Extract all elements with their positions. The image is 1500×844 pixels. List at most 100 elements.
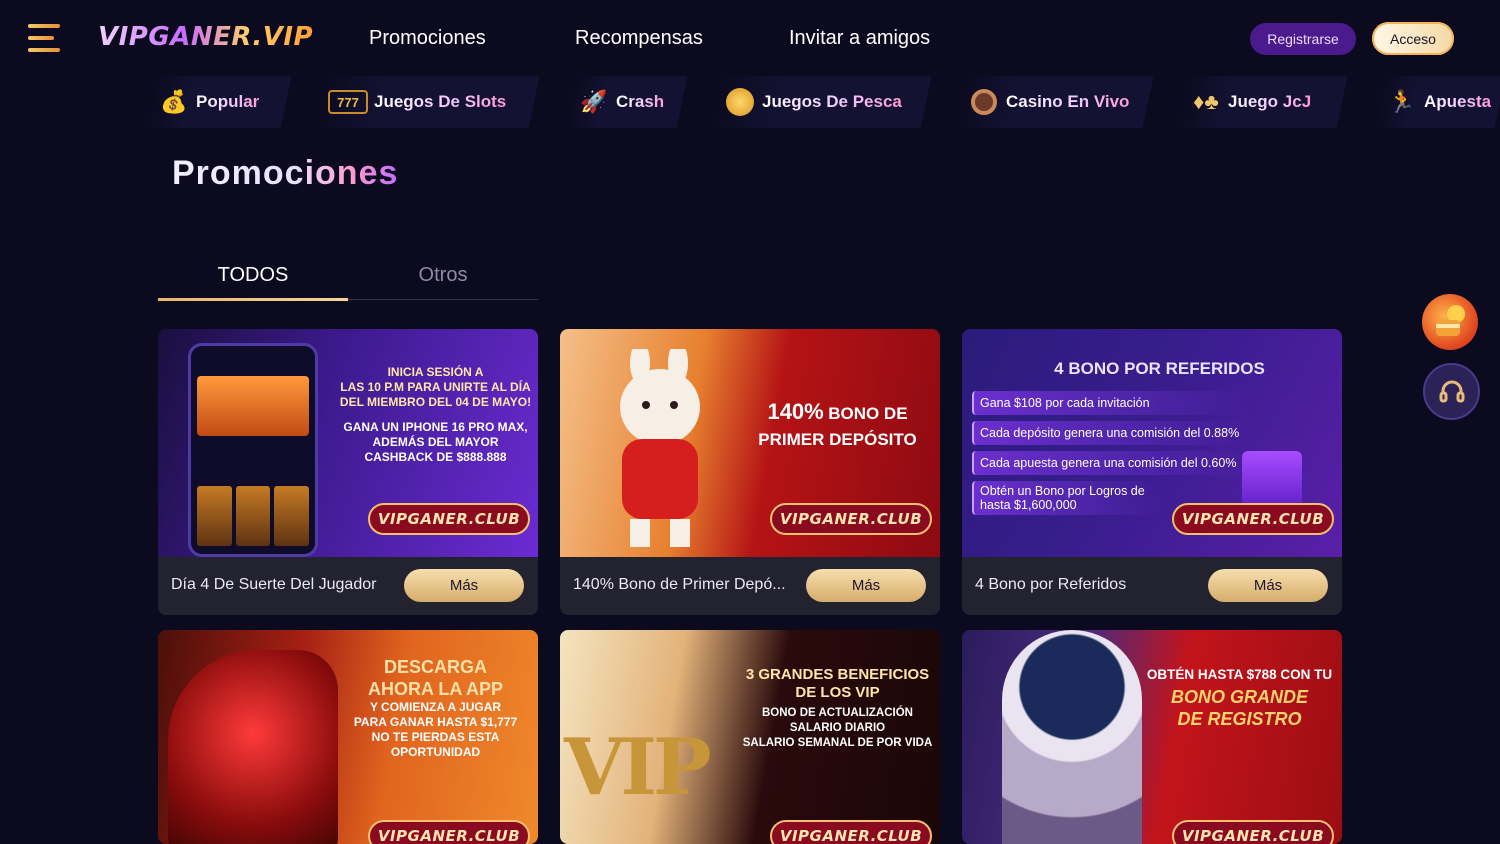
category-crash[interactable]: 🚀 Crash <box>564 76 688 128</box>
banner-line: PRIMER DEPÓSITO <box>758 430 917 449</box>
banner-line: CASHBACK DE $888.888 <box>364 450 507 464</box>
card-footer: 140% Bono de Primer Depó... Más <box>560 557 940 615</box>
money-bag-icon: 💰 <box>160 89 188 114</box>
vip-logo-illustration: VIP <box>564 722 712 813</box>
promo-banner[interactable]: VIP 3 GRANDES BENEFICIOS DE LOS VIP BONO… <box>560 630 940 844</box>
brand-badge: VIPGANER.CLUB <box>1172 503 1334 535</box>
category-label: Crash <box>616 92 665 111</box>
banner-list: Gana $108 por cada invitación Cada depós… <box>972 391 1252 521</box>
gift-bag-icon[interactable] <box>1422 294 1478 350</box>
banner-line: DE LOS VIP <box>795 683 880 701</box>
banner-text: 3 GRANDES BENEFICIOS DE LOS VIP BONO DE … <box>735 630 940 822</box>
banner-line: DEL MIEMBRO DEL 04 DE MAYO! <box>339 395 532 409</box>
headset-icon[interactable] <box>1423 363 1480 420</box>
banner-line: GANA UN IPHONE 16 PRO MAX, <box>343 420 528 434</box>
promo-tabs: TODOS Otros <box>158 258 538 301</box>
tab-todos[interactable]: TODOS <box>158 264 348 287</box>
cards-icon: ♦♣ <box>1193 89 1219 114</box>
category-label: Apuesta <box>1424 92 1492 111</box>
banner-text: OBTÉN HASTA $788 CON TU BONO GRANDE DE R… <box>1137 630 1342 812</box>
more-button[interactable]: Más <box>1208 569 1328 602</box>
banner-line: SALARIO SEMANAL DE POR VIDA <box>742 736 933 749</box>
top-header: VIPGANER.VIP Promociones Recompensas Inv… <box>0 0 1500 76</box>
slot-777-icon: 777 <box>328 90 368 114</box>
promo-card[interactable]: DESCARGA AHORA LA APP Y COMIENZA A JUGAR… <box>158 630 538 844</box>
banner-percent: 140% <box>767 399 824 424</box>
promo-banner[interactable]: 4 BONO POR REFERIDOS Gana $108 por cada … <box>962 329 1342 557</box>
promo-banner[interactable]: INICIA SESIÓN A LAS 10 P.M PARA UNIRTE A… <box>158 329 538 557</box>
athlete-icon: 🏃 <box>1388 89 1416 114</box>
banner-line: NO TE PIERDAS ESTA <box>371 730 500 744</box>
banner-text: INICIA SESIÓN A LAS 10 P.M PARA UNIRTE A… <box>333 329 538 529</box>
brand-badge: VIPGANER.CLUB <box>1172 820 1334 844</box>
card-footer: 4 Bono por Referidos Más <box>962 557 1342 615</box>
fish-coin-icon <box>724 86 756 118</box>
banner-line: BONO GRANDE <box>1170 686 1308 707</box>
category-bar: 💰 Popular 777 Juegos De Slots 🚀 Crash Ju… <box>0 76 1500 130</box>
category-label: Juego JcJ <box>1228 92 1312 111</box>
promo-card[interactable]: 4 BONO POR REFERIDOS Gana $108 por cada … <box>962 329 1342 615</box>
rocket-icon: 🚀 <box>580 89 608 114</box>
banner-line: AHORA LA APP <box>368 679 503 699</box>
banner-list-item: Cada apuesta genera una comisión del 0.6… <box>972 451 1252 475</box>
brand-badge: VIPGANER.CLUB <box>770 503 932 535</box>
promo-card[interactable]: VIP 3 GRANDES BENEFICIOS DE LOS VIP BONO… <box>560 630 940 844</box>
promo-card[interactable]: OBTÉN HASTA $788 CON TU BONO GRANDE DE R… <box>962 630 1342 844</box>
rabbit-mascot-illustration <box>620 349 700 547</box>
page-title: Promociones <box>172 154 399 192</box>
nav-promociones[interactable]: Promociones <box>369 27 486 50</box>
banner-line: Y COMIENZA A JUGAR <box>369 700 502 714</box>
category-pesca[interactable]: Juegos De Pesca <box>710 76 932 128</box>
banner-line: PARA GANAR HASTA $1,777 <box>353 715 518 729</box>
promo-banner[interactable]: 140% BONO DE PRIMER DEPÓSITO VIPGANER.CL… <box>560 329 940 557</box>
login-button[interactable]: Acceso <box>1372 22 1454 55</box>
hamburger-menu-icon[interactable] <box>28 24 60 52</box>
banner-line: ADEMÁS DEL MAYOR <box>372 435 499 449</box>
site-logo[interactable]: VIPGANER.VIP <box>98 22 313 52</box>
banner-list-item: Obtén un Bono por Logros de hasta $1,600… <box>972 481 1162 515</box>
more-button[interactable]: Más <box>806 569 926 602</box>
banner-line: DESCARGA <box>383 657 487 677</box>
category-jcj[interactable]: ♦♣ Juego JcJ <box>1176 76 1348 128</box>
card-footer: Día 4 De Suerte Del Jugador Más <box>158 557 538 615</box>
card-title: 4 Bono por Referidos <box>975 576 1127 593</box>
category-popular[interactable]: 💰 Popular <box>144 76 292 128</box>
promo-card[interactable]: 140% BONO DE PRIMER DEPÓSITO VIPGANER.CL… <box>560 329 940 615</box>
promo-card[interactable]: INICIA SESIÓN A LAS 10 P.M PARA UNIRTE A… <box>158 329 538 615</box>
banner-line: LAS 10 P.M PARA UNIRTE AL DÍA <box>340 380 531 394</box>
slot-machine-illustration <box>168 650 338 844</box>
active-tab-indicator <box>158 298 348 301</box>
category-label: Casino En Vivo <box>1006 92 1130 111</box>
brand-badge: VIPGANER.CLUB <box>368 503 530 535</box>
nav-invitar-amigos[interactable]: Invitar a amigos <box>789 27 930 50</box>
promo-banner[interactable]: OBTÉN HASTA $788 CON TU BONO GRANDE DE R… <box>962 630 1342 844</box>
banner-line: 3 GRANDES BENEFICIOS <box>745 665 930 683</box>
astronaut-illustration <box>1002 630 1142 844</box>
category-label: Juegos De Slots <box>374 92 507 111</box>
banner-line: OBTÉN HASTA $788 CON TU <box>1146 666 1333 682</box>
gift-box-icon <box>1242 451 1302 511</box>
nav-recompensas[interactable]: Recompensas <box>575 27 703 50</box>
card-title: Día 4 De Suerte Del Jugador <box>171 576 377 593</box>
tab-otros[interactable]: Otros <box>348 264 538 287</box>
promo-banner[interactable]: DESCARGA AHORA LA APP Y COMIENZA A JUGAR… <box>158 630 538 844</box>
category-casino-vivo[interactable]: Casino En Vivo <box>954 76 1154 128</box>
banner-line: BONO DE <box>828 404 908 423</box>
category-apuesta[interactable]: 🏃 Apuesta <box>1372 76 1500 128</box>
banner-list-item: Gana $108 por cada invitación <box>972 391 1252 415</box>
banner-title: 4 BONO POR REFERIDOS <box>1054 359 1265 378</box>
category-label: Popular <box>196 92 260 111</box>
category-slots[interactable]: 777 Juegos De Slots <box>314 76 540 128</box>
register-button[interactable]: Registrarse <box>1250 23 1356 55</box>
banner-line: BONO DE ACTUALIZACIÓN <box>762 706 913 719</box>
banner-list-item: Cada depósito genera una comisión del 0.… <box>972 421 1252 445</box>
card-title: 140% Bono de Primer Depó... <box>573 576 786 593</box>
category-label: Juegos De Pesca <box>762 92 902 111</box>
banner-line: OPORTUNIDAD <box>390 745 481 759</box>
banner-line: INICIA SESIÓN A <box>387 365 484 379</box>
more-button[interactable]: Más <box>404 569 524 602</box>
banner-text: DESCARGA AHORA LA APP Y COMIENZA A JUGAR… <box>333 630 538 822</box>
chip-icon <box>968 86 1000 118</box>
banner-line: SALARIO DIARIO <box>789 721 886 734</box>
banner-line: DE REGISTRO <box>1177 708 1302 729</box>
